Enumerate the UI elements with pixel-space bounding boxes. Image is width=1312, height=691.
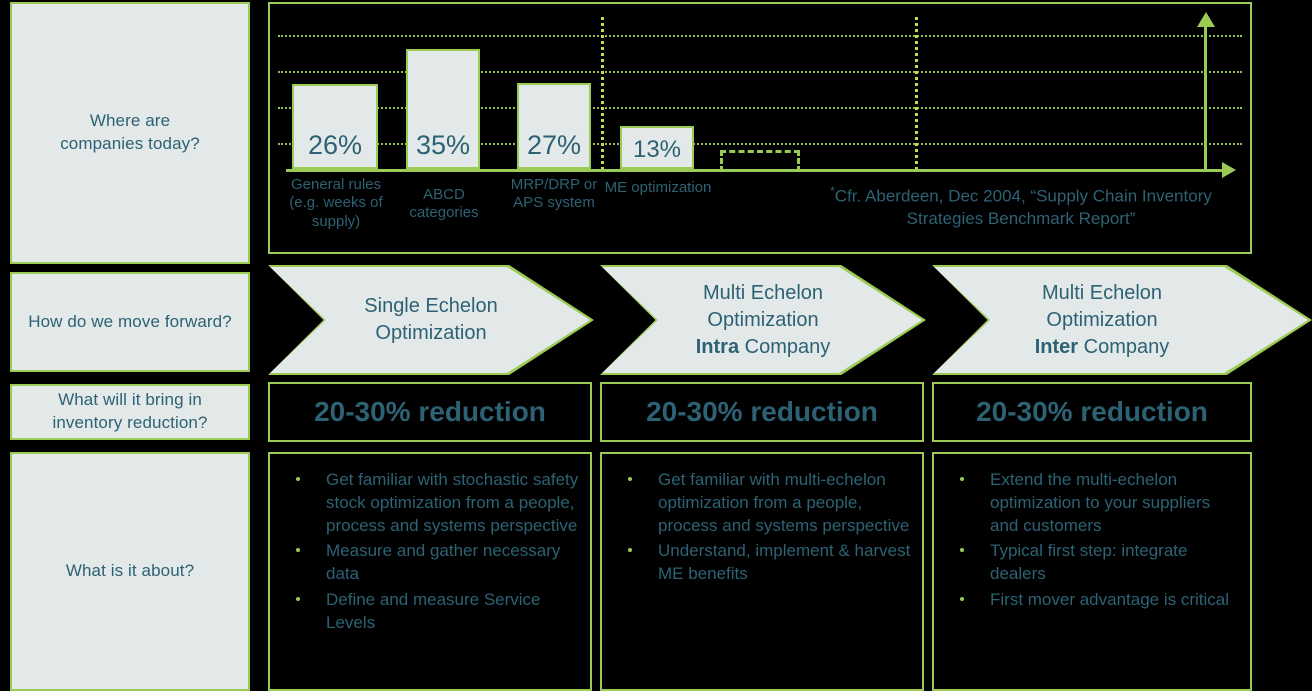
bar-value-label: 35% xyxy=(415,130,471,160)
bullet-dot-icon xyxy=(296,548,300,553)
list-item: Get familiar with multi-echelon optimiza… xyxy=(612,468,912,537)
stage-line-1: Single Echelon xyxy=(364,295,498,317)
list-item: Get familiar with stochastic safety stoc… xyxy=(280,468,580,537)
stage-line-2: Optimization xyxy=(1046,308,1158,331)
stage-chevron-multi-echelon-inter[interactable]: Multi Echelon Optimization Inter Company xyxy=(932,265,1312,375)
stage-line-2: Optimization xyxy=(707,308,819,331)
bar-me-optimization: 13% xyxy=(620,126,694,169)
chart-plot-area: 26% 35% 27% 13% General rules (e.g. week… xyxy=(270,4,1250,252)
bullets-column-inter: Extend the multi-echelon optimization to… xyxy=(932,452,1252,691)
chart-source-note: *Cfr. Aberdeen, Dec 2004, “Supply Chain … xyxy=(826,184,1216,230)
list-item-text: Get familiar with multi-echelon optimiza… xyxy=(658,470,910,536)
bullet-dot-icon xyxy=(296,596,300,601)
bullet-dot-icon xyxy=(960,596,964,601)
slide-root: Where are companies today? How do we mov… xyxy=(0,0,1312,691)
bar-abcd-categories: 35% xyxy=(406,49,480,169)
stage-line-3-bold: Intra xyxy=(695,335,740,358)
bar-mrp-drp-aps: 27% xyxy=(517,83,591,169)
stage-line-2: Optimization xyxy=(375,322,487,344)
sidebar-item-how-do-we-move-forward[interactable]: How do we move forward? xyxy=(10,272,250,372)
stage-line-3-bold: Inter xyxy=(1034,335,1079,358)
list-item: First mover advantage is critical xyxy=(944,588,1240,611)
list-item-text: Understand, implement & harvest ME benef… xyxy=(658,541,911,584)
sidebar-item-label: What will it bring in inventory reductio… xyxy=(52,390,208,432)
list-item: Understand, implement & harvest ME benef… xyxy=(612,539,912,585)
bullet-dot-icon xyxy=(628,548,632,553)
sidebar-item-what-is-it-about[interactable]: What is it about? xyxy=(10,452,250,691)
bar-category-label: ABCD categories xyxy=(409,186,479,222)
sidebar-item-label: What is it about? xyxy=(65,561,195,581)
list-item: Typical first step: integrate dealers xyxy=(944,539,1240,585)
bullet-list: Get familiar with multi-echelon optimiza… xyxy=(612,468,912,586)
reduction-label: 20-30% reduction xyxy=(314,396,546,427)
bullet-dot-icon xyxy=(628,477,632,481)
list-item-text: Typical first step: integrate dealers xyxy=(990,541,1188,584)
bullet-list: Extend the multi-echelon optimization to… xyxy=(944,468,1240,611)
reduction-label: 20-30% reduction xyxy=(646,396,878,427)
vertical-divider-dotted-2 xyxy=(915,17,918,170)
sidebar-item-where-are-companies-today[interactable]: Where are companies today? xyxy=(10,2,250,264)
list-item: Define and measure Service Levels xyxy=(280,588,580,634)
x-axis-arrow-icon xyxy=(1222,162,1236,178)
list-item-text: Measure and gather necessary data xyxy=(326,541,561,584)
stage-line-1: Multi Echelon xyxy=(1041,281,1163,304)
bar-category-label: ME optimization xyxy=(604,179,712,196)
bar-value-label: 27% xyxy=(526,130,582,160)
bar-value-label: 26% xyxy=(307,130,363,160)
bullets-column-single-echelon: Get familiar with stochastic safety stoc… xyxy=(268,452,592,691)
sidebar-item-label: How do we move forward? xyxy=(28,311,232,331)
list-item: Measure and gather necessary data xyxy=(280,539,580,585)
stage-line-1: Multi Echelon xyxy=(702,281,824,304)
stage-chevron-single-echelon[interactable]: Single Echelon Optimization xyxy=(268,265,594,375)
list-item-text: Extend the multi-echelon optimization to… xyxy=(990,470,1211,536)
list-item-text: Define and measure Service Levels xyxy=(326,589,541,632)
reduction-box-inter[interactable]: 20-30% reduction xyxy=(932,382,1252,442)
growth-arrow-up-icon xyxy=(1197,12,1215,27)
stage-chevron-multi-echelon-intra[interactable]: Multi Echelon Optimization Intra Company xyxy=(600,265,926,375)
stage-line-3-rest: Company xyxy=(739,335,831,358)
bar-chart-panel: 26% 35% 27% 13% General rules (e.g. week… xyxy=(268,2,1252,254)
stage-chevron-label: Multi Echelon Optimization Inter Company xyxy=(1025,280,1180,361)
reduction-box-single-echelon[interactable]: 20-30% reduction xyxy=(268,382,592,442)
growth-arrow-line xyxy=(1204,26,1207,171)
bullet-dot-icon xyxy=(960,548,964,553)
gridline-40 xyxy=(278,35,1242,37)
list-item: Extend the multi-echelon optimization to… xyxy=(944,468,1240,537)
bullet-dot-icon xyxy=(296,477,300,481)
reduction-label: 20-30% reduction xyxy=(976,396,1208,427)
chart-source-note-text: Cfr. Aberdeen, Dec 2004, “Supply Chain I… xyxy=(834,186,1212,228)
bullets-column-intra: Get familiar with multi-echelon optimiza… xyxy=(600,452,924,691)
stage-chevron-label: Single Echelon Optimization xyxy=(354,293,507,347)
reduction-box-intra[interactable]: 20-30% reduction xyxy=(600,382,924,442)
x-axis-line xyxy=(286,169,1226,172)
bar-value-label: 13% xyxy=(632,136,682,163)
sidebar-item-label: Where are companies today? xyxy=(60,111,200,153)
bullet-list: Get familiar with stochastic safety stoc… xyxy=(280,468,580,634)
sidebar-item-what-will-it-bring[interactable]: What will it bring in inventory reductio… xyxy=(10,384,250,440)
bullet-dot-icon xyxy=(960,477,964,481)
list-item-text: First mover advantage is critical xyxy=(990,589,1230,609)
stage-chevron-label: Multi Echelon Optimization Intra Company xyxy=(686,280,841,361)
bar-category-label: General rules (e.g. weeks of supply) xyxy=(289,176,383,230)
bar-general-rules: 26% xyxy=(292,84,378,169)
stage-line-3-rest: Company xyxy=(1078,335,1170,358)
vertical-divider-dotted xyxy=(601,17,604,170)
bar-category-label: MRP/DRP or APS system xyxy=(510,176,598,212)
list-item-text: Get familiar with stochastic safety stoc… xyxy=(326,470,579,536)
